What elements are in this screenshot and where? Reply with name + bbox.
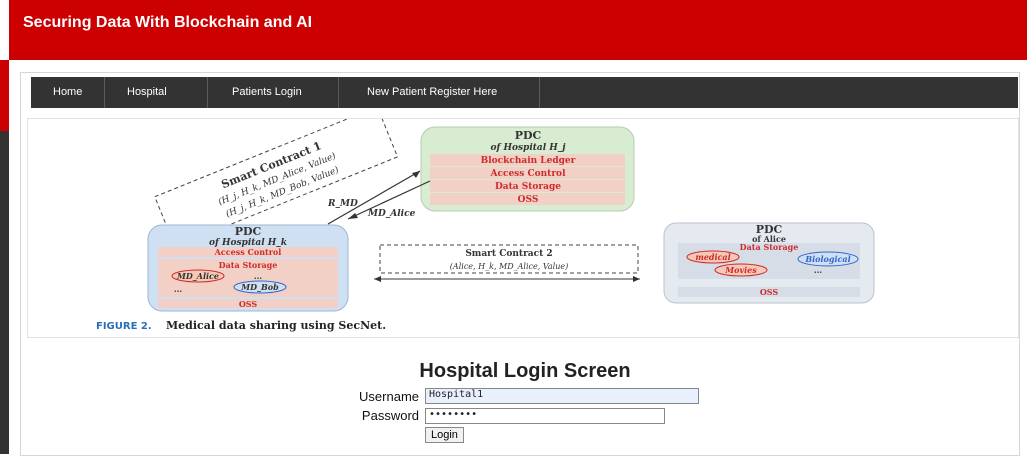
arrow-label-rmd: R_MD	[327, 199, 358, 209]
pdc-hj-row: Access Control	[490, 169, 567, 179]
main-navbar: Home Hospital Patients Login New Patient…	[31, 77, 1018, 108]
password-label: Password	[361, 408, 419, 423]
figure-caption-label: FIGURE 2.	[96, 321, 152, 332]
nav-separator	[338, 77, 339, 108]
pdc-hk-title: PDC	[235, 225, 262, 238]
username-label: Username	[359, 389, 419, 404]
pdc-hk-item: MD_Alice	[176, 271, 219, 281]
app-header: Securing Data With Blockchain and AI	[9, 0, 1027, 60]
login-button[interactable]: Login	[425, 427, 464, 443]
pdc-hj-subtitle: of Hospital H_j	[490, 143, 566, 153]
nav-separator	[207, 77, 208, 108]
app-title: Securing Data With Blockchain and AI	[23, 14, 313, 31]
pdc-hj-row: Data Storage	[495, 182, 561, 192]
pdc-alice-row: Data Storage	[740, 242, 799, 252]
pdc-hk-row: OSS	[239, 299, 258, 309]
smart-contract-2: Smart Contract 2 (Alice, H_k, MD_Alice, …	[374, 244, 640, 282]
pdc-alice-row: OSS	[760, 287, 779, 297]
pdc-hospital-hk: PDC of Hospital H_k Access Control Data …	[147, 224, 349, 312]
pdc-hk-item: ...	[174, 284, 183, 294]
figure-diagram: PDC of Hospital H_j Blockchain Ledger Ac…	[96, 119, 875, 332]
pdc-hk-row: Data Storage	[219, 260, 278, 270]
pdc-alice-item: Biological	[804, 254, 850, 264]
nav-separator	[539, 77, 540, 108]
pdc-hj-row: Blockchain Ledger	[481, 156, 576, 166]
pdc-alice-item: medical	[695, 252, 730, 262]
nav-home-link[interactable]: Home	[53, 77, 82, 108]
pdc-hj-row: OSS	[518, 195, 539, 205]
nav-separator	[104, 77, 105, 108]
smart-contract-2-title: Smart Contract 2	[465, 249, 552, 259]
nav-new-patient-register-link[interactable]: New Patient Register Here	[367, 77, 497, 108]
left-accent-bar	[0, 60, 9, 454]
pdc-hk-row: Access Control	[214, 247, 282, 257]
pdc-alice-item: ...	[814, 265, 823, 275]
smart-contract-2-line: (Alice, H_k, MD_Alice, Value)	[450, 262, 568, 271]
pdc-hk-item: ...	[254, 271, 263, 281]
pdc-alice: PDC of Alice Data Storage medical Biolog…	[663, 222, 875, 304]
secnet-figure: PDC of Hospital H_j Blockchain Ledger Ac…	[27, 118, 1019, 338]
pdc-hospital-hj: PDC of Hospital H_j Blockchain Ledger Ac…	[420, 126, 635, 212]
nav-patients-login-link[interactable]: Patients Login	[232, 77, 302, 108]
nav-hospital-link[interactable]: Hospital	[127, 77, 167, 108]
login-heading: Hospital Login Screen	[419, 360, 631, 382]
username-input[interactable]: Hospital1	[425, 388, 699, 404]
figure-caption-text: Medical data sharing using SecNet.	[166, 319, 386, 332]
pdc-hj-title: PDC	[515, 129, 542, 142]
password-input[interactable]: ••••••••	[425, 408, 665, 424]
arrow-label-md-alice: MD_Alice	[367, 209, 416, 219]
pdc-hk-item: MD_Bob	[240, 282, 279, 292]
pdc-alice-item: Movies	[724, 265, 757, 275]
